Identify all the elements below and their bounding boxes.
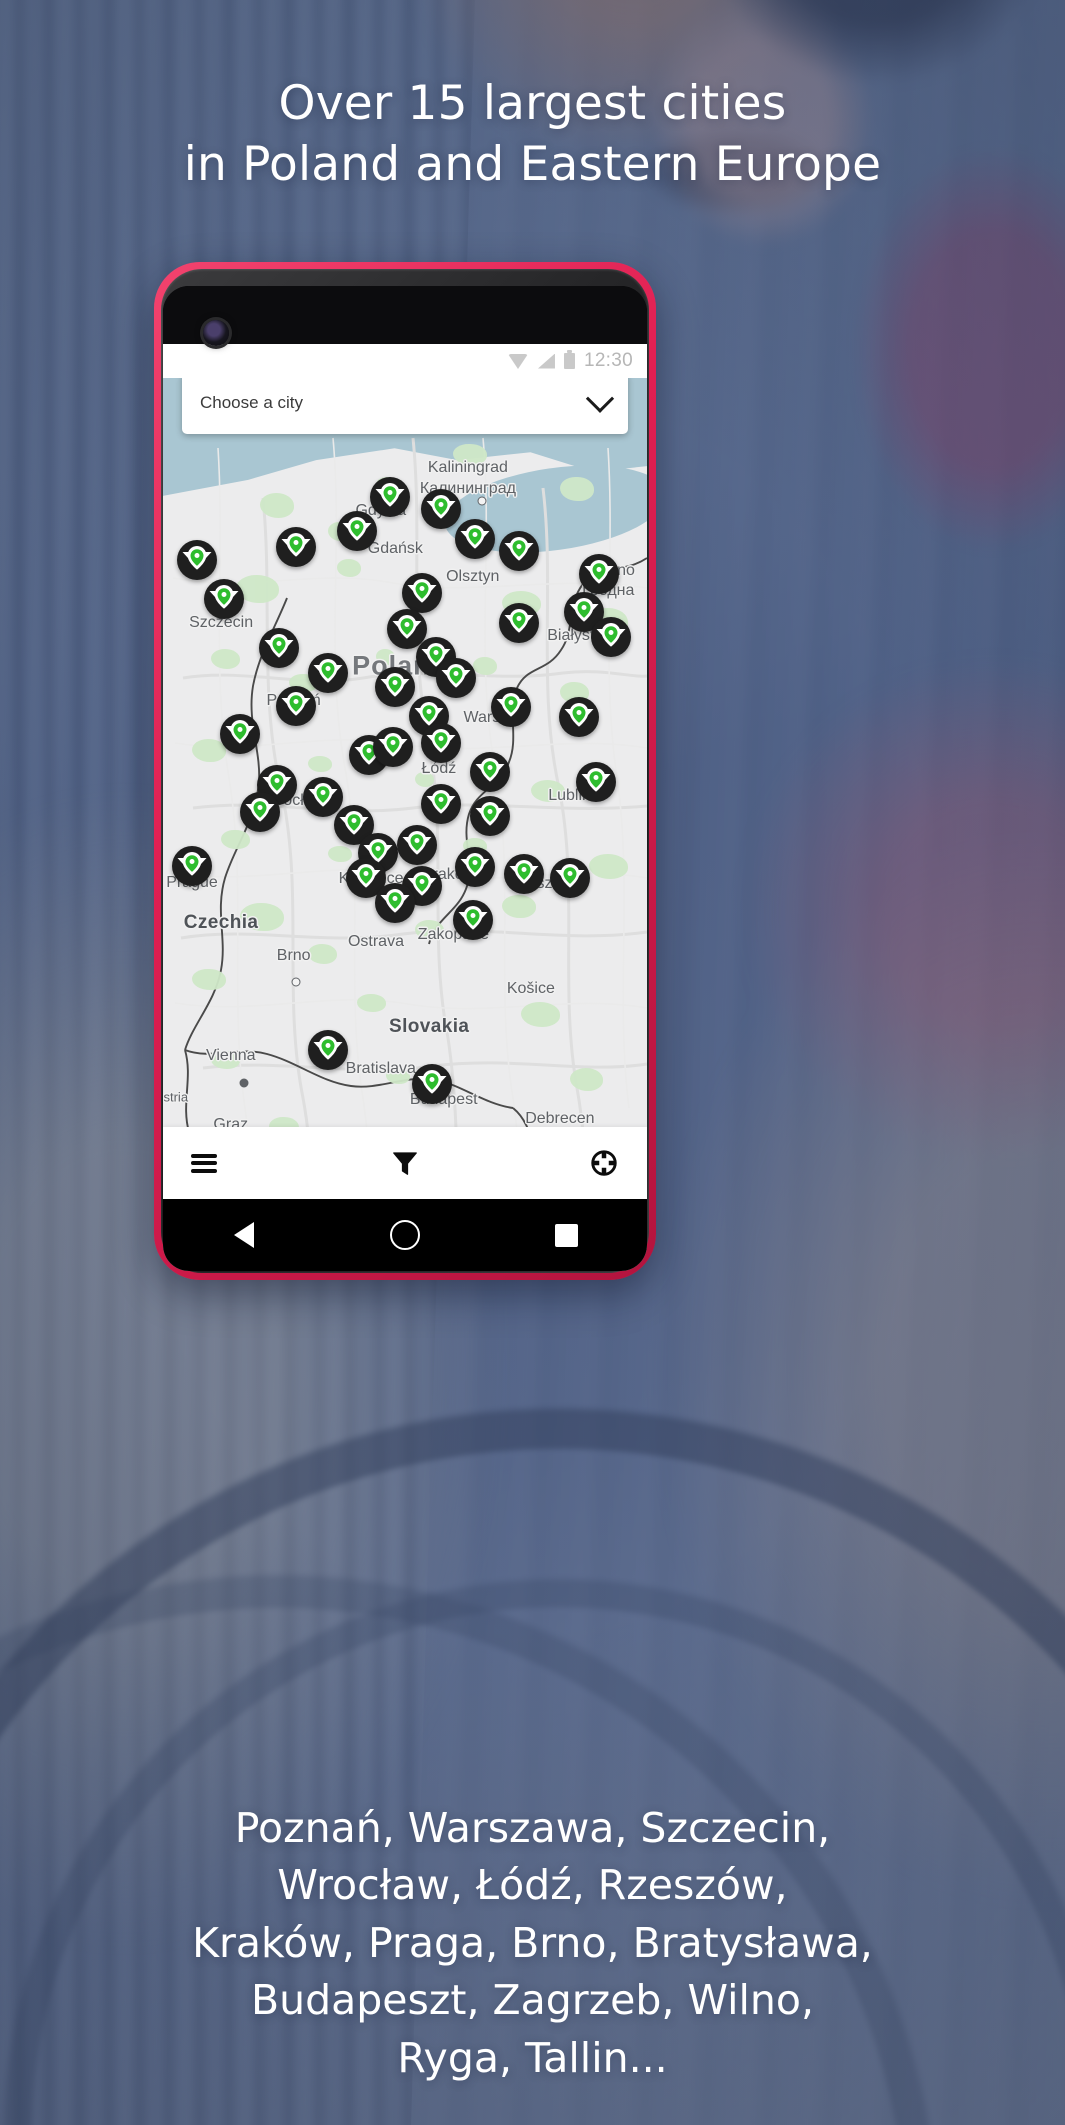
android-navigation-bar: [163, 1199, 647, 1271]
app-viewport: 12:30 Kaliningrad Калининград Gdańsk Szc…: [163, 344, 647, 1271]
map-city-dot: [477, 496, 487, 506]
map-marker[interactable]: [258, 627, 300, 669]
map-marker[interactable]: [452, 899, 494, 941]
caption-line-1: Poznań, Warszawa, Szczecin,: [234, 1804, 831, 1852]
map-marker[interactable]: [219, 713, 261, 755]
caption-line-3: Kraków, Praga, Brno, Bratysława,: [192, 1918, 873, 1967]
chevron-down-icon[interactable]: [585, 384, 615, 413]
locate-crosshair-icon: [591, 1150, 617, 1176]
city-select-label: Choose a city: [200, 393, 303, 412]
signal-icon: [537, 353, 555, 369]
phone-top-bezel: [163, 286, 647, 344]
caption-line-2: Wrocław, Łódź, Rzeszów,: [277, 1861, 788, 1910]
page-title: Over 15 largest cities in Poland and Eas…: [0, 74, 1065, 195]
map-marker[interactable]: [558, 696, 600, 738]
map-marker[interactable]: [578, 553, 620, 595]
map-city-dot: [239, 1078, 249, 1088]
city-list-caption: Poznań, Warszawa, Szczecin, Wrocław, Łód…: [0, 1800, 1065, 2087]
map-marker[interactable]: [503, 853, 545, 895]
map-marker[interactable]: [396, 824, 438, 866]
nav-home-button[interactable]: [324, 1220, 485, 1250]
map-marker[interactable]: [420, 783, 462, 825]
phone-screen: 12:30 Kaliningrad Калининград Gdańsk Szc…: [163, 286, 647, 1271]
headline-line-2: in Poland and Eastern Europe: [183, 136, 882, 192]
filter-button[interactable]: [334, 1127, 477, 1199]
map-marker[interactable]: [336, 510, 378, 552]
headline-line-1: Over 15 largest cities: [278, 76, 787, 131]
map-marker[interactable]: [239, 791, 281, 833]
nav-back-button[interactable]: [163, 1222, 324, 1248]
menu-button[interactable]: [163, 1127, 334, 1199]
caption-line-4: Budapeszt, Zagrzeb, Wilno,: [251, 1976, 814, 2025]
map-marker[interactable]: [549, 857, 591, 899]
recents-icon: [554, 1223, 578, 1247]
map-marker[interactable]: [490, 686, 532, 728]
map-city-dot: [291, 977, 301, 987]
city-select-dropdown[interactable]: Choose a city: [182, 372, 628, 434]
map-marker[interactable]: [307, 1029, 349, 1071]
map-marker[interactable]: [420, 722, 462, 764]
phone-mockup: 12:30 Kaliningrad Калининград Gdańsk Szc…: [154, 262, 656, 1280]
battery-icon: [563, 350, 575, 369]
map-marker[interactable]: [203, 578, 245, 620]
map-marker[interactable]: [435, 657, 477, 699]
back-icon: [233, 1222, 254, 1248]
map-marker[interactable]: [498, 530, 540, 572]
map-marker[interactable]: [575, 761, 617, 803]
map-marker[interactable]: [275, 526, 317, 568]
locate-button[interactable]: [476, 1127, 647, 1199]
map-marker[interactable]: [275, 685, 317, 727]
map-canvas[interactable]: KaliningradКалининградGdyniaGdańskSzczec…: [163, 378, 647, 1199]
app-bottom-toolbar: [163, 1127, 647, 1199]
map-marker[interactable]: [469, 751, 511, 793]
map-marker[interactable]: [590, 616, 632, 658]
status-bar: 12:30: [163, 344, 647, 378]
map-marker[interactable]: [498, 602, 540, 644]
wifi-icon: [507, 353, 529, 369]
nav-recents-button[interactable]: [486, 1223, 647, 1247]
filter-funnel-icon: [393, 1152, 417, 1175]
map-marker[interactable]: [454, 518, 496, 560]
map-marker[interactable]: [372, 726, 414, 768]
map-marker[interactable]: [469, 795, 511, 837]
front-camera-icon: [203, 320, 229, 346]
map-marker[interactable]: [411, 1063, 453, 1105]
map-marker[interactable]: [171, 845, 213, 887]
map-marker[interactable]: [374, 882, 416, 924]
hamburger-menu-icon: [191, 1153, 217, 1173]
status-bar-clock: 12:30: [583, 350, 633, 371]
caption-line-5: Ryga, Tallin...: [397, 2033, 668, 2082]
home-icon: [389, 1220, 420, 1250]
map-marker[interactable]: [176, 539, 218, 581]
map-marker[interactable]: [454, 846, 496, 888]
